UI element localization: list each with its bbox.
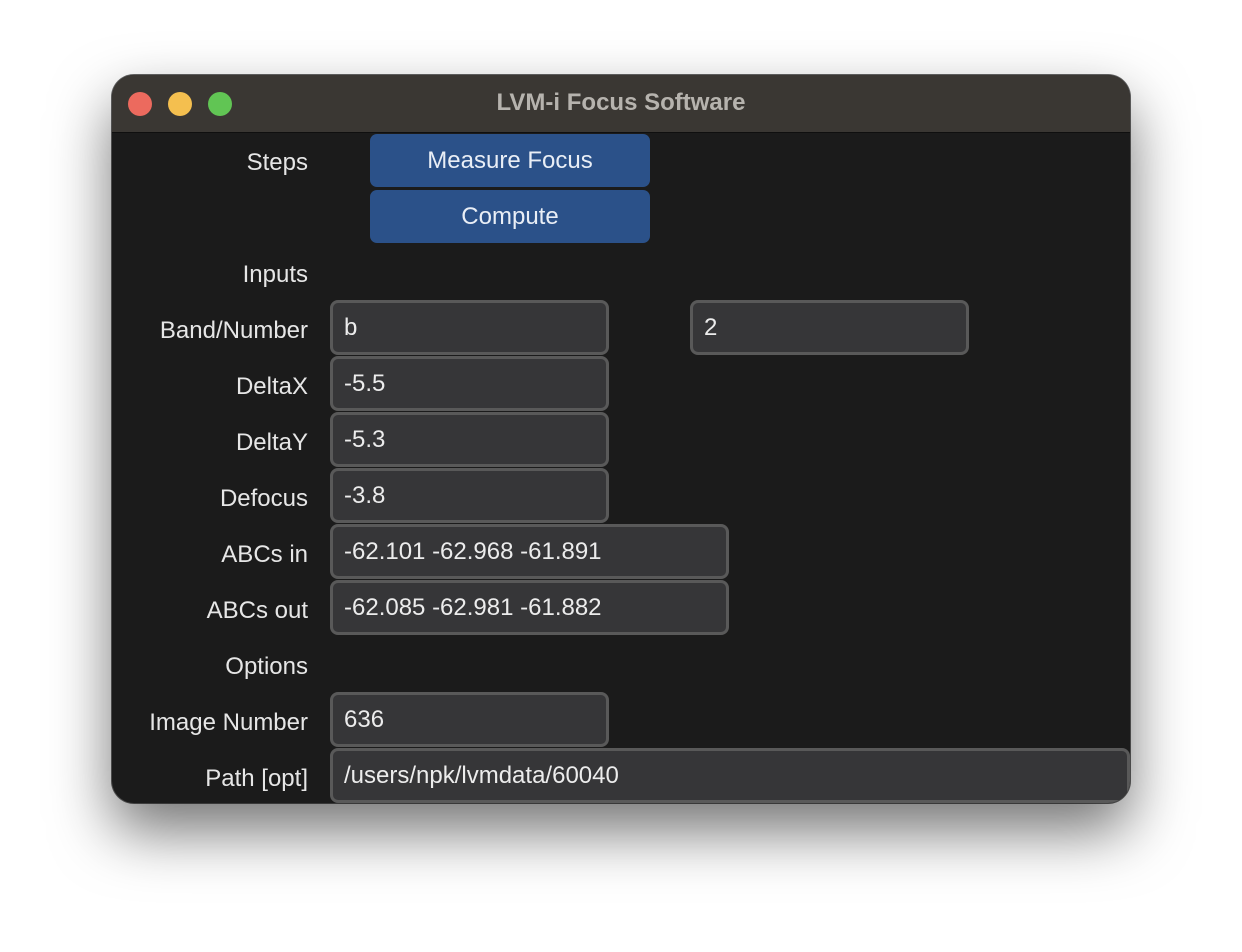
deltax-label: DeltaX: [235, 373, 308, 400]
deltax-field[interactable]: -5.5: [330, 356, 609, 411]
abcs-in-label: ABCs in: [221, 541, 308, 568]
abcs-out-label: ABCs out: [206, 597, 308, 624]
window-title: LVM-i Focus Software: [496, 89, 746, 116]
path-label: Path [opt]: [205, 765, 308, 792]
app-window: LVM-i Focus Software Steps Measure Focus…: [112, 75, 1130, 803]
defocus-field[interactable]: -3.8: [330, 468, 609, 523]
compute-button[interactable]: Compute: [370, 190, 650, 243]
options-section-label: Options: [225, 653, 308, 680]
steps-label: Steps: [246, 149, 308, 176]
image-number-field[interactable]: 636: [330, 692, 609, 747]
deltay-label: DeltaY: [235, 429, 308, 456]
inputs-section-label: Inputs: [242, 261, 308, 288]
band-number-label: Band/Number: [159, 317, 308, 344]
path-field[interactable]: /users/npk/lvmdata/60040: [330, 748, 1130, 803]
main-content: Steps Measure Focus Compute Inputs Band/…: [112, 133, 1130, 803]
image-number-label: Image Number: [149, 709, 308, 736]
abcs-out-field[interactable]: -62.085 -62.981 -61.882: [330, 580, 729, 635]
title-bar[interactable]: LVM-i Focus Software: [112, 75, 1130, 133]
measure-focus-button[interactable]: Measure Focus: [370, 134, 650, 187]
band-field[interactable]: b: [330, 300, 609, 355]
abcs-in-field[interactable]: -62.101 -62.968 -61.891: [330, 524, 729, 579]
deltay-field[interactable]: -5.3: [330, 412, 609, 467]
defocus-label: Defocus: [219, 485, 308, 512]
number-field[interactable]: 2: [690, 300, 969, 355]
